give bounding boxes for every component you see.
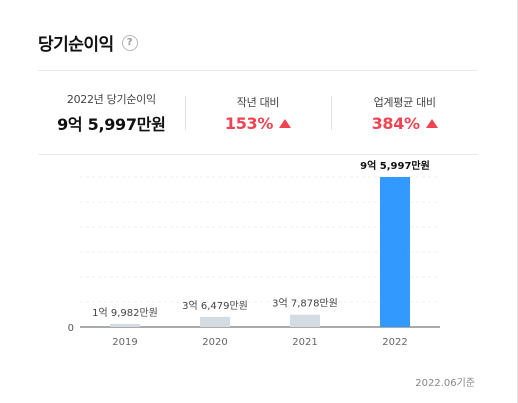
help-icon[interactable]: ? [121, 34, 138, 51]
y-tick-label: 0 [68, 323, 74, 334]
stat-value: 9억 5,997만원 [57, 115, 166, 134]
up-arrow-icon [279, 118, 292, 128]
bar-data-label: 9억 5,997만원 [360, 159, 430, 172]
stat-label: 2022년 당기순이익 [66, 93, 156, 106]
bar [110, 323, 140, 327]
footnote: 2022.06기준 [415, 378, 475, 389]
net-income-card: 당기순이익 ? 2022년 당기순이익 9억 5,997만원 작년 대비 153… [0, 0, 518, 403]
net-income-bar-chart: 0 1억 9,982만원 2019 3억 6,479만원 2020 3억 7,878만원 2… [68, 159, 440, 348]
divider [38, 70, 478, 71]
stats-row: 2022년 당기순이익 9억 5,997만원 작년 대비 153% 업계평균 대… [38, 72, 478, 154]
stat-label: 작년 대비 [236, 95, 280, 109]
stat-yoy: 작년 대비 153% [184, 72, 332, 154]
x-tick-label: 2022 [382, 337, 407, 348]
stat-value: 384% [371, 113, 421, 133]
bar-data-label: 3억 7,878만원 [272, 298, 338, 310]
card-header: 당기순이익 ? [38, 30, 138, 55]
bar-data-label: 1억 9,982만원 [92, 307, 158, 319]
bar [290, 314, 320, 327]
bar [200, 316, 230, 327]
stat-value: 153% [224, 113, 274, 133]
bar-data-label: 3억 6,479만원 [182, 300, 248, 312]
stat-value-wrap: 153% [224, 113, 292, 133]
stat-label: 업계평균 대비 [373, 95, 436, 109]
card-title: 당기순이익 [38, 35, 114, 55]
stat-value-wrap: 384% [372, 114, 438, 133]
x-tick-label: 2020 [202, 337, 227, 348]
up-arrow-icon [425, 118, 438, 128]
stat-net-income: 2022년 당기순이익 9억 5,997만원 [38, 72, 185, 154]
bar [380, 177, 410, 327]
stat-industry: 업계평균 대비 384% [331, 72, 478, 154]
x-tick-label: 2021 [292, 337, 317, 348]
x-tick-label: 2019 [112, 337, 137, 348]
